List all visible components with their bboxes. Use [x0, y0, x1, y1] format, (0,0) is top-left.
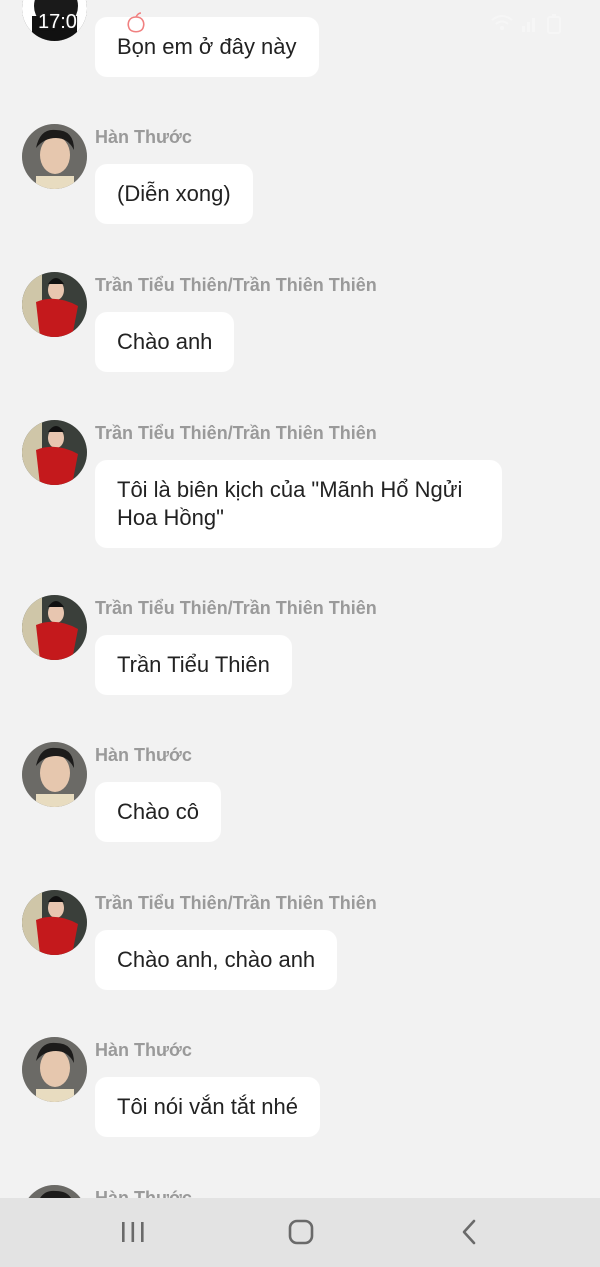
navigation-bar [0, 1198, 600, 1267]
avatar[interactable] [22, 124, 87, 189]
back-icon [462, 1219, 476, 1245]
message-bubble[interactable]: Chào anh [95, 312, 235, 372]
signal-icon [522, 18, 535, 32]
sender-name: Hàn Thước [95, 1188, 192, 1198]
chat-thread[interactable]: Bọn em ở đây này Hàn Thước (Diễn xong) T… [0, 0, 600, 1198]
avatar[interactable] [22, 890, 87, 955]
status-time: 17:0 [38, 11, 77, 33]
message-bubble[interactable]: Chào cô [95, 782, 221, 842]
message-bubble[interactable]: Tôi là biên kịch của "Mãnh Hổ Ngửi Hoa H… [95, 460, 502, 548]
avatar[interactable] [22, 272, 87, 337]
status-icons [490, 12, 570, 39]
recent-apps-icon [122, 1222, 144, 1242]
message-bubble[interactable]: Trần Tiểu Thiên [95, 635, 292, 695]
notification-peach-icon [125, 11, 147, 40]
avatar[interactable] [22, 1185, 87, 1198]
message-bubble[interactable]: Tôi nói vắn tắt nhé [95, 1077, 321, 1137]
wifi-icon [491, 15, 513, 30]
sender-name: Trần Tiểu Thiên/Trần Thiên Thiên [95, 423, 377, 443]
avatar[interactable] [22, 420, 87, 485]
sender-name: Trần Tiểu Thiên/Trần Thiên Thiên [95, 275, 377, 295]
sender-name: Hàn Thước [95, 1040, 192, 1060]
message-bubble[interactable]: (Diễn xong) [95, 164, 253, 224]
avatar[interactable] [22, 595, 87, 660]
back-button[interactable] [449, 1216, 489, 1248]
sender-name: Hàn Thước [95, 127, 192, 147]
message-bubble[interactable]: Chào anh, chào anh [95, 930, 338, 990]
avatar[interactable] [22, 742, 87, 807]
sender-name: Hàn Thước [95, 745, 192, 765]
battery-icon [547, 14, 561, 34]
sender-name: Trần Tiểu Thiên/Trần Thiên Thiên [95, 598, 377, 618]
avatar[interactable] [22, 1037, 87, 1102]
home-icon [288, 1219, 314, 1245]
recent-apps-button[interactable] [113, 1216, 153, 1248]
home-button[interactable] [281, 1216, 321, 1248]
sender-name: Trần Tiểu Thiên/Trần Thiên Thiên [95, 893, 377, 913]
